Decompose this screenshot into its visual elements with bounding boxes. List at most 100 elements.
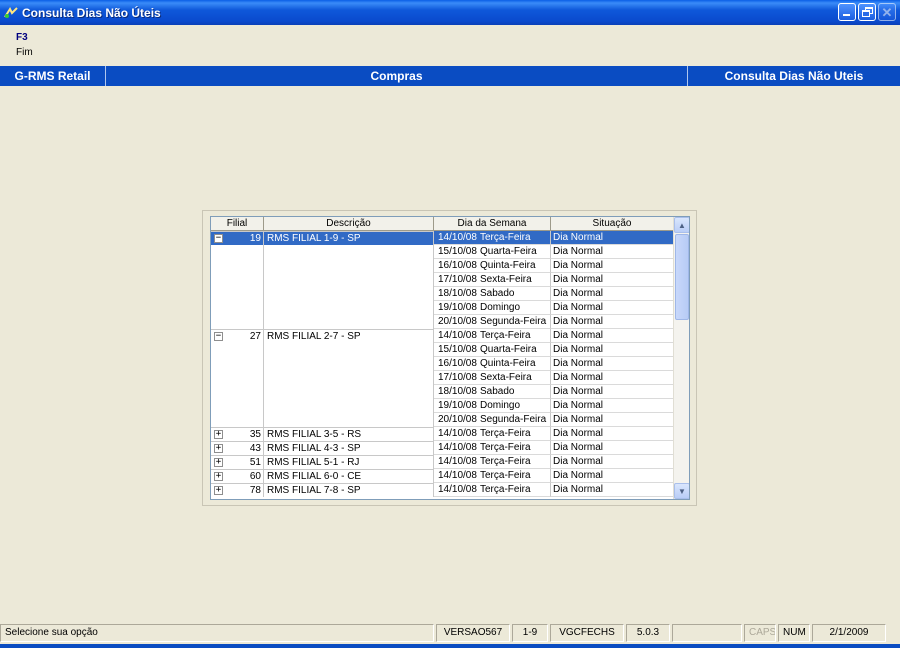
table-row[interactable]: 15/10/08 Quarta-Feira Dia Normal xyxy=(211,343,674,357)
expand-icon[interactable]: + xyxy=(214,486,223,495)
cell-situacao: Dia Normal xyxy=(551,385,674,399)
date-value: 18/10/08 xyxy=(438,386,477,397)
weekday-value: Terça-Feira xyxy=(480,484,531,495)
scroll-thumb[interactable] xyxy=(675,234,689,320)
date-value: 17/10/08 xyxy=(438,274,477,285)
scroll-down-button[interactable]: ▼ xyxy=(674,483,689,499)
weekday-value: Terça-Feira xyxy=(480,470,531,481)
expand-icon[interactable]: + xyxy=(214,430,223,439)
hotkey-f3[interactable]: F3 Fim xyxy=(16,32,33,59)
status-date: 2/1/2009 xyxy=(812,624,886,642)
column-header-dia-semana[interactable]: Dia da Semana xyxy=(434,217,551,231)
cell-situacao: Dia Normal xyxy=(551,315,674,329)
date-value: 14/10/08 xyxy=(438,456,477,467)
status-empty xyxy=(672,624,742,642)
column-header-filial[interactable]: Filial xyxy=(211,217,264,231)
table-row[interactable]: +35 RMS FILIAL 3-5 - RS 14/10/08 Terça-Feir… xyxy=(211,427,674,441)
cell-descricao xyxy=(264,371,434,385)
table-row[interactable]: −19 RMS FILIAL 1-9 - SP 14/10/08 Terça-Feir… xyxy=(211,231,674,245)
table-row[interactable]: −27 RMS FILIAL 2-7 - SP 14/10/08 Terça-Feir… xyxy=(211,329,674,343)
minimize-button[interactable] xyxy=(838,3,856,21)
table-row[interactable]: 19/10/08 Domingo Dia Normal xyxy=(211,399,674,413)
cell-situacao: Dia Normal xyxy=(551,483,674,497)
collapse-icon[interactable]: − xyxy=(214,332,223,341)
table-row[interactable]: 18/10/08 Sabado Dia Normal xyxy=(211,385,674,399)
date-value: 17/10/08 xyxy=(438,372,477,383)
expand-icon[interactable]: + xyxy=(214,472,223,481)
status-filial: 1-9 xyxy=(512,624,548,642)
cell-descricao: RMS FILIAL 4-3 - SP xyxy=(264,441,434,455)
date-value: 19/10/08 xyxy=(438,302,477,313)
window-title: Consulta Dias Não Úteis xyxy=(22,5,161,20)
column-header-situacao[interactable]: Situação xyxy=(551,217,674,231)
weekday-value: Quarta-Feira xyxy=(480,344,537,355)
cell-filial xyxy=(211,245,264,259)
collapse-icon[interactable]: − xyxy=(214,234,223,243)
weekday-value: Domingo xyxy=(480,400,521,411)
close-button[interactable]: ✕ xyxy=(878,3,896,21)
table-row[interactable]: 17/10/08 Sexta-Feira Dia Normal xyxy=(211,273,674,287)
cell-dia-semana: 14/10/08 Terça-Feira xyxy=(434,455,551,469)
table-row[interactable]: 16/10/08 Quinta-Feira Dia Normal xyxy=(211,357,674,371)
status-caps: CAPS xyxy=(744,624,776,642)
weekday-value: Quarta-Feira xyxy=(480,246,537,257)
cell-situacao: Dia Normal xyxy=(551,301,674,315)
weekday-value: Segunda-Feira xyxy=(480,414,547,425)
grid-rows: −19 RMS FILIAL 1-9 - SP 14/10/08 Terça-Feir… xyxy=(211,231,674,497)
minimize-icon xyxy=(843,14,850,16)
expand-icon[interactable]: + xyxy=(214,458,223,467)
weekday-value: Terça-Feira xyxy=(480,456,531,467)
cell-filial xyxy=(211,273,264,287)
table-row[interactable]: 15/10/08 Quarta-Feira Dia Normal xyxy=(211,245,674,259)
cell-filial xyxy=(211,287,264,301)
date-value: 14/10/08 xyxy=(438,442,477,453)
scroll-up-button[interactable]: ▲ xyxy=(674,217,689,233)
table-row[interactable]: +51 RMS FILIAL 5-1 - RJ 14/10/08 Terça-Feir… xyxy=(211,455,674,469)
title-bar[interactable]: Consulta Dias Não Úteis ✕ xyxy=(0,0,900,25)
cell-filial: +51 xyxy=(211,455,264,469)
table-row[interactable]: +43 RMS FILIAL 4-3 - SP 14/10/08 Terça-Feir… xyxy=(211,441,674,455)
cell-descricao xyxy=(264,315,434,329)
filial-number: 35 xyxy=(249,429,261,440)
days-grid[interactable]: Filial Descrição Dia da Semana Situação … xyxy=(210,216,690,500)
cell-descricao xyxy=(264,245,434,259)
cell-dia-semana: 17/10/08 Sexta-Feira xyxy=(434,371,551,385)
module-header: G-RMS Retail Compras Consulta Dias Não U… xyxy=(0,66,900,86)
cell-descricao xyxy=(264,287,434,301)
cell-descricao xyxy=(264,259,434,273)
cell-dia-semana: 14/10/08 Terça-Feira xyxy=(434,231,551,245)
cell-situacao: Dia Normal xyxy=(551,273,674,287)
cell-situacao: Dia Normal xyxy=(551,455,674,469)
cell-descricao xyxy=(264,385,434,399)
cell-descricao xyxy=(264,357,434,371)
table-row[interactable]: 20/10/08 Segunda-Feira Dia Normal xyxy=(211,413,674,427)
cell-descricao xyxy=(264,343,434,357)
table-row[interactable]: 20/10/08 Segunda-Feira Dia Normal xyxy=(211,315,674,329)
cell-situacao: Dia Normal xyxy=(551,245,674,259)
cell-situacao: Dia Normal xyxy=(551,427,674,441)
vertical-scrollbar[interactable]: ▲ ▼ xyxy=(673,217,689,499)
date-value: 16/10/08 xyxy=(438,358,477,369)
date-value: 15/10/08 xyxy=(438,246,477,257)
filial-number: 43 xyxy=(249,443,261,454)
cell-situacao: Dia Normal xyxy=(551,343,674,357)
header-screen-name: Consulta Dias Não Uteis xyxy=(724,69,864,83)
cell-filial: +35 xyxy=(211,427,264,441)
table-row[interactable]: 16/10/08 Quinta-Feira Dia Normal xyxy=(211,259,674,273)
table-row[interactable]: +60 RMS FILIAL 6-0 - CE 14/10/08 Terça-Feir… xyxy=(211,469,674,483)
date-value: 14/10/08 xyxy=(438,232,477,243)
cell-descricao: RMS FILIAL 5-1 - RJ xyxy=(264,455,434,469)
column-header-descricao[interactable]: Descrição xyxy=(264,217,434,231)
date-value: 14/10/08 xyxy=(438,428,477,439)
weekday-value: Segunda-Feira xyxy=(480,316,547,327)
hotkey-key: F3 xyxy=(16,32,28,43)
table-row[interactable]: +78 RMS FILIAL 7-8 - SP 14/10/08 Terça-Feir… xyxy=(211,483,674,497)
table-row[interactable]: 17/10/08 Sexta-Feira Dia Normal xyxy=(211,371,674,385)
table-row[interactable]: 18/10/08 Sabado Dia Normal xyxy=(211,287,674,301)
table-row[interactable]: 19/10/08 Domingo Dia Normal xyxy=(211,301,674,315)
cell-dia-semana: 15/10/08 Quarta-Feira xyxy=(434,343,551,357)
restore-button[interactable] xyxy=(858,3,876,21)
cell-dia-semana: 19/10/08 Domingo xyxy=(434,301,551,315)
status-version: VERSAO567 xyxy=(436,624,510,642)
expand-icon[interactable]: + xyxy=(214,444,223,453)
